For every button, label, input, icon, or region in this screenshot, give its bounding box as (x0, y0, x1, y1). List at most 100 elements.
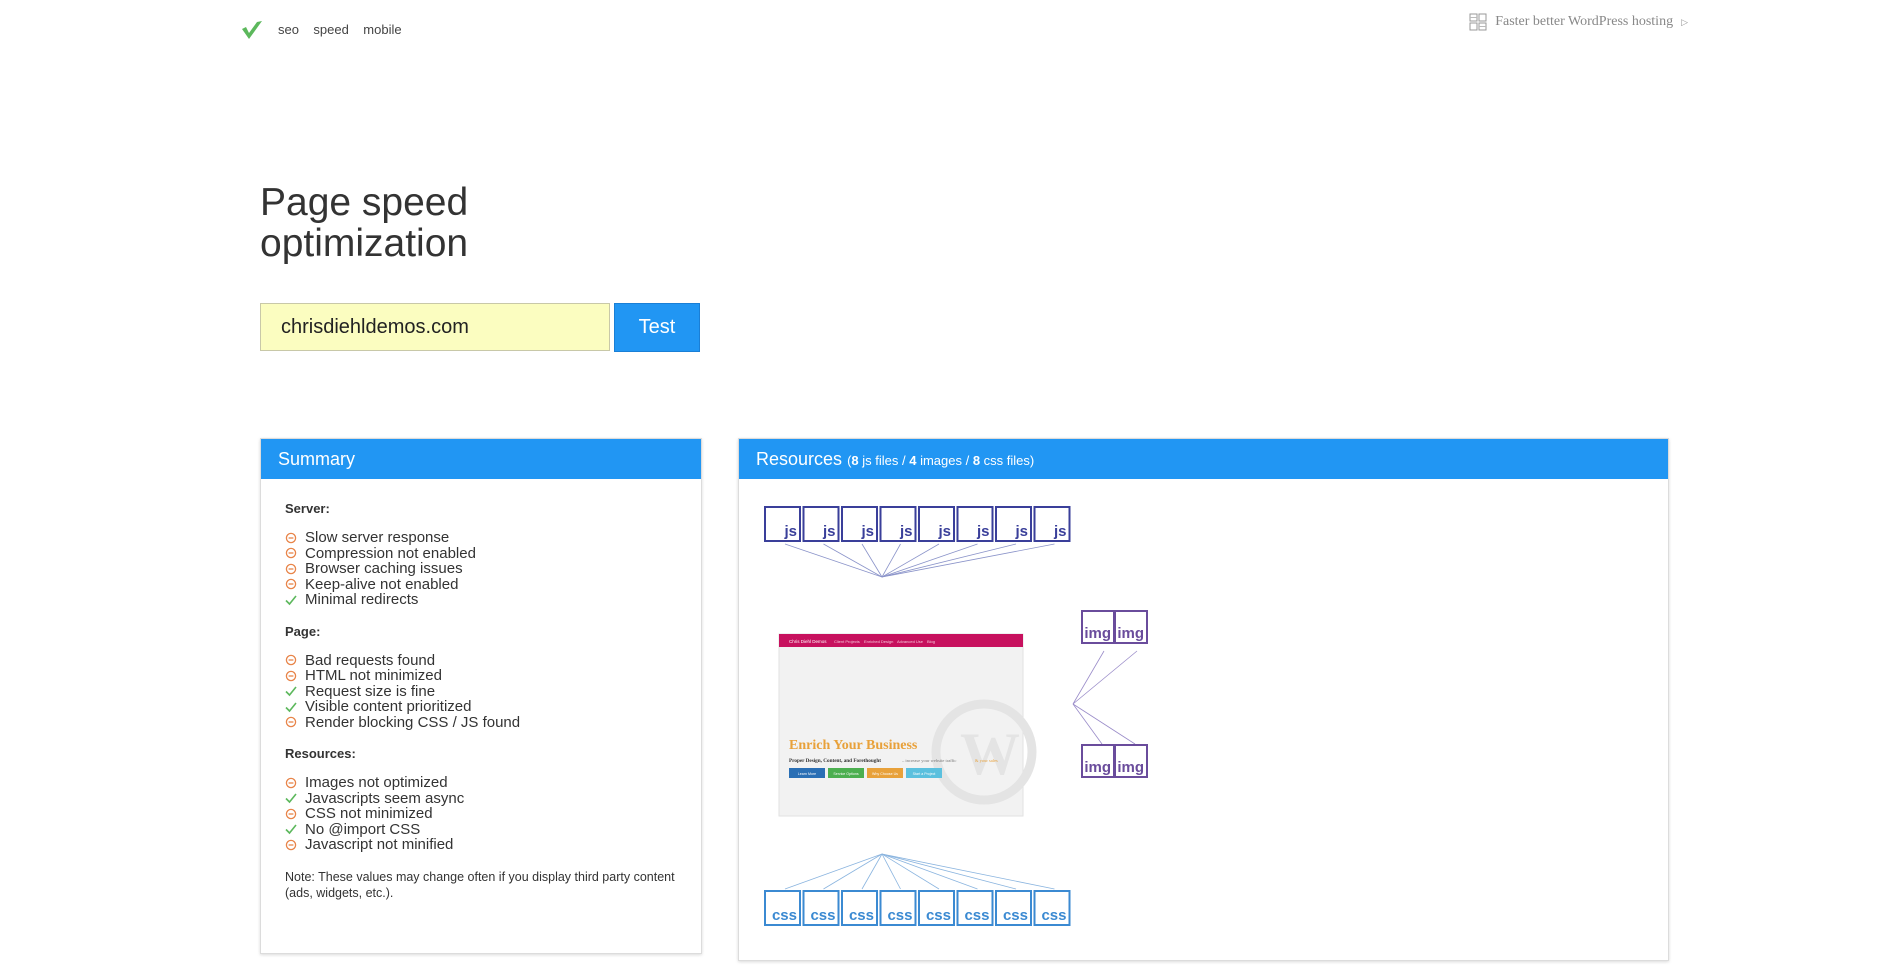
summary-item-label: No @import CSS (305, 820, 421, 838)
summary-panel: Summary Server: Slow server response Compr… (260, 438, 702, 954)
summary-item: Keep-alive not enabled (285, 575, 677, 593)
hosting-promo-link[interactable]: Faster better WordPress hosting ▷ (1469, 13, 1688, 31)
img-connector-line (1072, 650, 1138, 705)
promo-label: Faster better WordPress hosting (1495, 14, 1674, 29)
preview-headline: Enrich Your Business (789, 738, 918, 753)
checkmark-logo-icon[interactable] (240, 18, 264, 42)
js-connector-line (881, 543, 1017, 578)
summary-item: Visible content prioritized (285, 699, 677, 715)
minus-circle-icon (285, 717, 297, 728)
css-file-label: css (1041, 907, 1066, 924)
resources-title: Resources (756, 449, 843, 469)
css-file-label: css (964, 907, 989, 924)
minus-circle-icon (285, 670, 297, 681)
js-file-label: js (822, 523, 836, 540)
resources-panel: Resources (8 js files / 4 images / 8 css… (738, 438, 1669, 961)
top-bar: seo speed mobile (240, 18, 412, 42)
summary-checklist: Slow server response Compression not enab… (285, 530, 677, 608)
css-count: 8 (972, 453, 981, 468)
preview-button-label: Start a Project (913, 772, 936, 776)
summary-item: Bad requests found (285, 652, 677, 669)
css-connector-line (861, 853, 883, 890)
caret-right-icon: ▷ (1681, 16, 1688, 27)
js-connector-line (861, 543, 883, 578)
preview-tagline-tail: – increase your website traffic (901, 758, 956, 763)
js-file-label: js (1014, 523, 1028, 540)
summary-item-label: Compression not enabled (305, 544, 476, 562)
summary-item: Javascript not minified (285, 837, 677, 853)
js-file-label: js (937, 523, 951, 540)
nav-link-mobile[interactable]: mobile (363, 22, 401, 37)
preview-menu-item: Advanced Use (897, 639, 924, 644)
preview-button-label: Learn More (798, 772, 816, 776)
test-button[interactable]: Test (614, 303, 700, 352)
css-file-label: css (810, 907, 835, 924)
wordpress-watermark-letter: W (960, 721, 1020, 787)
js-count: 8 (851, 453, 859, 468)
img-connector-line (1072, 703, 1136, 745)
check-icon (285, 595, 297, 605)
summary-item: Javascripts seem async (285, 790, 677, 807)
summary-item: Compression not enabled (285, 544, 677, 562)
js-file-label: js (1053, 523, 1067, 540)
img-connector-line (1072, 650, 1105, 705)
js-connector-line (784, 543, 883, 578)
preview-site-name: Chris Diehl Demos (789, 639, 827, 644)
css-file-label: css (849, 907, 874, 924)
check-icon (285, 824, 297, 835)
image-file-label: img (1084, 625, 1111, 642)
check-icon (285, 793, 297, 804)
preview-button-label: Why Choose Us (872, 772, 898, 776)
summary-item-label: Visible content prioritized (305, 698, 472, 715)
js-connector-line (881, 543, 1055, 578)
check-icon (285, 686, 297, 697)
minus-circle-icon (285, 839, 297, 850)
js-file-label: js (899, 523, 913, 540)
minus-circle-icon (285, 655, 297, 666)
url-input[interactable] (260, 303, 610, 351)
minus-circle-icon (285, 808, 297, 819)
summary-header: Summary (261, 439, 701, 479)
summary-title: Summary (278, 449, 356, 469)
summary-item: Minimal redirects (285, 592, 677, 608)
summary-item: Slow server response (285, 530, 677, 546)
preview-menu-item: Enriched Design (864, 639, 893, 644)
css-file-label: css (772, 907, 797, 924)
image-file-label: img (1117, 759, 1144, 776)
summary-item-label: Javascript not minified (305, 836, 454, 853)
summary-item: Render blocking CSS / JS found (285, 714, 677, 731)
grid-icon (1469, 13, 1487, 31)
preview-menu-item: Blog (927, 639, 935, 644)
summary-item: CSS not minimized (285, 806, 677, 822)
image-file-label: img (1117, 625, 1144, 642)
minus-circle-icon (285, 532, 297, 543)
summary-item-label: CSS not minimized (305, 805, 433, 822)
resources-counts: (8 js files / 4 images / 8 css files) (847, 453, 1034, 468)
summary-checklist: Bad requests found HTML not minimized Requ… (285, 652, 677, 731)
summary-item-label: Keep-alive not enabled (305, 575, 459, 593)
check-icon (285, 702, 297, 712)
minus-circle-icon (285, 777, 297, 788)
preview-button-label: Service Options (833, 772, 859, 776)
resource-diagram: js js js js js js js jscss css css css css css css css… (764, 506, 1148, 926)
summary-section-title: Page: (285, 623, 321, 639)
css-connector-line (784, 853, 883, 890)
summary-item-label: Minimal redirects (305, 591, 419, 608)
summary-note: Note: These values may change often if y… (285, 869, 675, 900)
img-connector-line (1072, 703, 1103, 745)
nav-link-speed[interactable]: speed (313, 22, 348, 37)
css-connector-line (881, 853, 1055, 890)
summary-item: No @import CSS (285, 820, 677, 838)
summary-body: Server: Slow server response Compression n… (261, 479, 701, 901)
nav-link-seo[interactable]: seo (278, 22, 299, 37)
summary-item-label: Slow server response (305, 529, 450, 546)
image-file-label: img (1084, 759, 1111, 776)
summary-item: Request size is fine (285, 683, 677, 700)
images-text: images / (916, 453, 973, 468)
resources-header: Resources (8 js files / 4 images / 8 css… (739, 439, 1668, 479)
summary-item: Browser caching issues (285, 561, 677, 577)
minus-circle-icon (285, 579, 297, 590)
css-files-text: css files) (980, 453, 1035, 468)
css-file-label: css (926, 907, 951, 924)
preview-menu-item: Client Projects (834, 639, 860, 644)
